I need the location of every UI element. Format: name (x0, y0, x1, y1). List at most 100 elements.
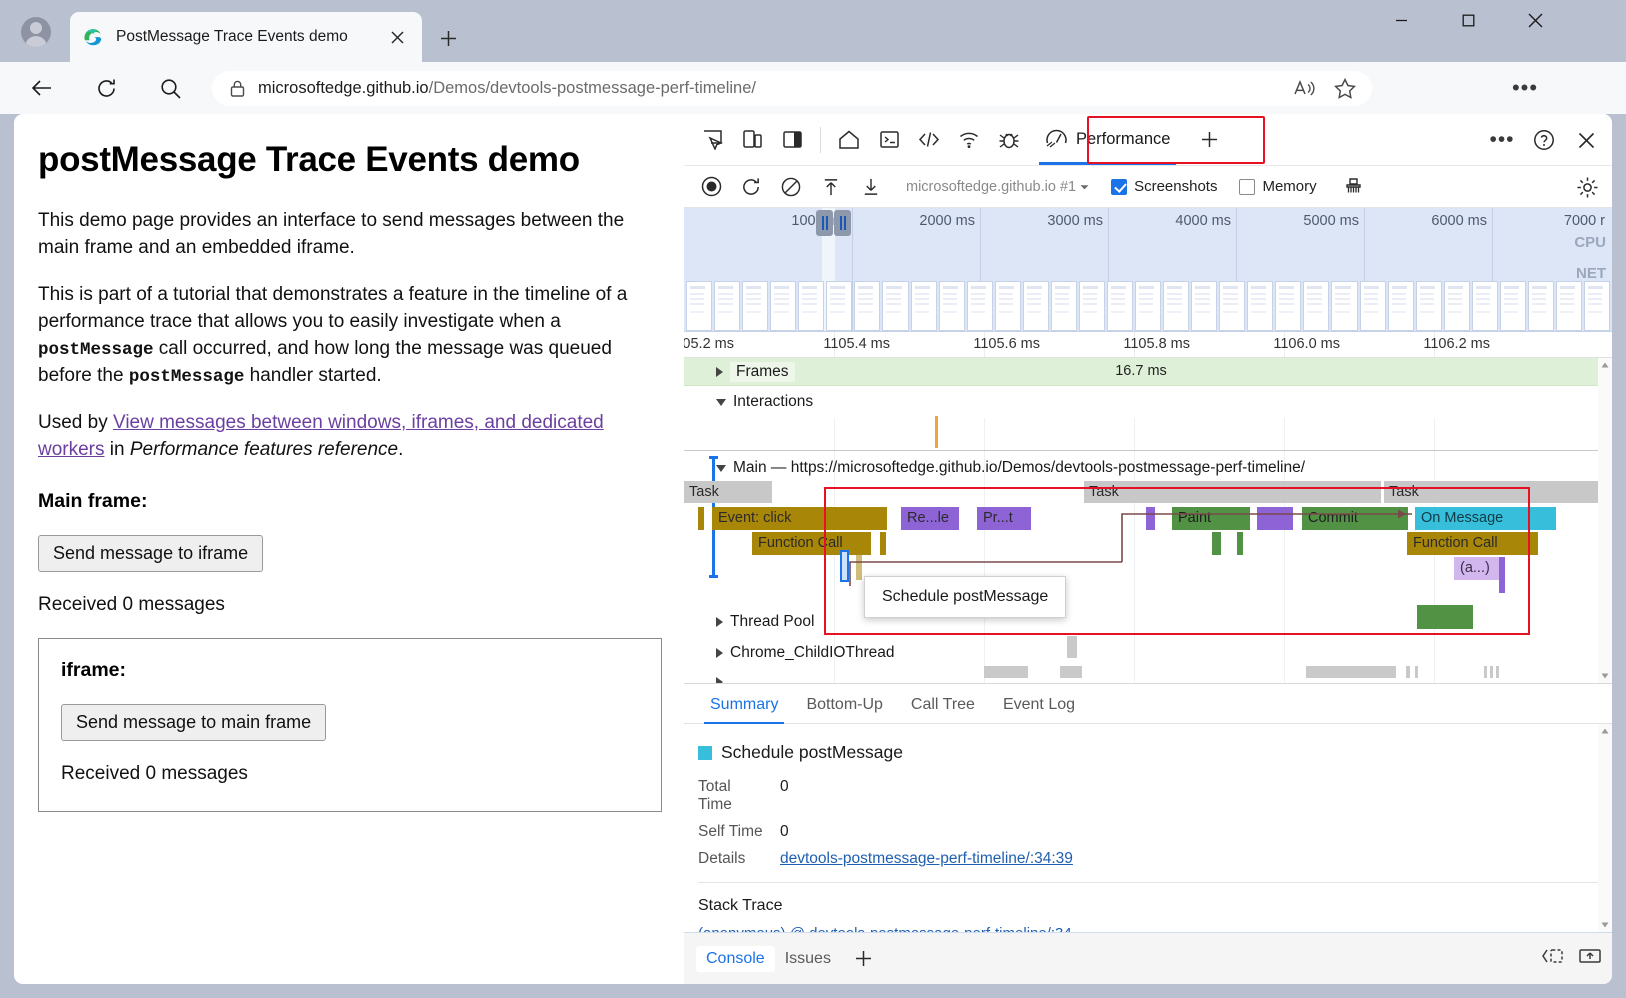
dock-side-icon[interactable] (772, 120, 812, 160)
interactions-group-header[interactable]: Interactions (684, 386, 1598, 418)
compositor-activity-block[interactable] (1306, 666, 1396, 678)
tab-call-tree[interactable]: Call Tree (897, 696, 989, 723)
tab-performance[interactable]: Performance (1033, 120, 1182, 160)
tab-event-log[interactable]: Event Log (989, 696, 1089, 723)
network-wifi-icon[interactable] (949, 120, 989, 160)
read-aloud-icon[interactable] (1292, 76, 1318, 102)
filmstrip-frame[interactable] (1416, 281, 1442, 331)
restore-drawer-icon[interactable] (1540, 946, 1564, 971)
favorite-star-icon[interactable] (1332, 76, 1358, 102)
profile-button[interactable] (14, 10, 58, 54)
browser-more-button[interactable]: ••• (1505, 68, 1545, 108)
schedule-postmessage-marker[interactable] (840, 550, 849, 582)
flame-chart[interactable]: 05.2 ms 1105.4 ms 1105.6 ms 1105.8 ms 11… (684, 332, 1612, 684)
interaction-marker[interactable] (935, 416, 938, 448)
compositor-activity-block[interactable] (1496, 666, 1499, 678)
filmstrip-frame[interactable] (1360, 281, 1386, 331)
filmstrip-frame[interactable] (770, 281, 796, 331)
drawer-tab-issues[interactable]: Issues (775, 946, 841, 972)
filmstrip-frame[interactable] (1135, 281, 1161, 331)
filmstrip-frame[interactable] (911, 281, 937, 331)
filmstrip-frame[interactable] (714, 281, 740, 331)
filmstrip-frame[interactable] (882, 281, 908, 331)
scroll-down-icon[interactable] (1598, 669, 1612, 683)
timeline-overview[interactable]: 1000 ms 2000 ms 3000 ms 4000 ms 5000 ms … (684, 208, 1612, 332)
flame-chart-scrollbar[interactable] (1598, 358, 1612, 683)
collect-garbage-icon[interactable] (1337, 170, 1371, 204)
filmstrip-frame[interactable] (1556, 281, 1582, 331)
debugger-bug-icon[interactable] (989, 120, 1029, 160)
filmstrip-frame[interactable] (1500, 281, 1526, 331)
filmstrip-frame[interactable] (1107, 281, 1133, 331)
help-icon[interactable] (1524, 120, 1564, 160)
new-tab-button[interactable] (432, 22, 464, 54)
back-button[interactable] (22, 68, 62, 108)
filmstrip-frame[interactable] (1023, 281, 1049, 331)
scroll-up-icon[interactable] (1598, 358, 1612, 372)
filmstrip-frame[interactable] (1303, 281, 1329, 331)
compositor-activity-block[interactable] (1060, 666, 1082, 678)
filmstrip-frame[interactable] (798, 281, 824, 331)
filmstrip-frame[interactable] (1247, 281, 1273, 331)
compositor-group-header[interactable] (684, 667, 1598, 683)
save-profile-button[interactable] (854, 170, 888, 204)
window-minimize-button[interactable] (1378, 0, 1424, 40)
devtools-close-icon[interactable] (1566, 120, 1606, 160)
filmstrip-frame[interactable] (1191, 281, 1217, 331)
load-profile-button[interactable] (814, 170, 848, 204)
filmstrip-frame[interactable] (1472, 281, 1498, 331)
filmstrip-frame[interactable] (742, 281, 768, 331)
search-icon[interactable] (150, 68, 190, 108)
frames-track[interactable]: Frames 16.7 ms (684, 358, 1598, 386)
filmstrip-frame[interactable] (1584, 281, 1610, 331)
tab-summary[interactable]: Summary (696, 696, 792, 723)
reload-button[interactable] (86, 68, 126, 108)
scroll-up-icon[interactable] (1598, 724, 1612, 738)
filmstrip-frame[interactable] (1388, 281, 1414, 331)
main-track-header[interactable]: Main — https://microsoftedge.github.io/D… (684, 455, 1598, 481)
record-button[interactable] (694, 170, 728, 204)
filmstrip-frame[interactable] (1444, 281, 1470, 331)
sources-code-icon[interactable] (909, 120, 949, 160)
welcome-home-icon[interactable] (829, 120, 869, 160)
flame-chart-rows[interactable]: Frames 16.7 ms Interactions Main — https… (684, 358, 1598, 683)
child-io-activity-block[interactable] (1067, 636, 1077, 658)
settings-gear-icon[interactable] (1570, 170, 1604, 204)
overview-handle-left[interactable] (816, 210, 833, 236)
add-panel-button[interactable] (1192, 123, 1226, 157)
compositor-activity-block[interactable] (1415, 666, 1418, 678)
filmstrip-frame[interactable] (1528, 281, 1554, 331)
screenshot-filmstrip[interactable] (684, 281, 1612, 331)
recording-target-dropdown[interactable]: microsoftedge.github.io #1 (906, 179, 1089, 195)
filmstrip-frame[interactable] (1163, 281, 1189, 331)
filmstrip-frame[interactable] (995, 281, 1021, 331)
dock-drawer-icon[interactable] (1578, 946, 1602, 971)
filmstrip-frame[interactable] (1219, 281, 1245, 331)
filmstrip-frame[interactable] (1275, 281, 1301, 331)
stack-trace-row[interactable]: (anonymous) @ devtools-postmessage-perf-… (698, 925, 1612, 932)
filmstrip-frame[interactable] (1079, 281, 1105, 331)
scroll-down-icon[interactable] (1598, 918, 1612, 932)
device-toolbar-icon[interactable] (732, 120, 772, 160)
memory-checkbox-box[interactable] (1239, 179, 1255, 195)
send-message-to-main-frame-button[interactable]: Send message to main frame (61, 704, 326, 741)
window-maximize-button[interactable] (1445, 0, 1491, 40)
child-io-thread-group-header[interactable]: Chrome_ChildIOThread (684, 638, 1598, 668)
screenshots-checkbox[interactable]: Screenshots (1111, 178, 1217, 195)
filmstrip-frame[interactable] (967, 281, 993, 331)
inspect-element-icon[interactable] (692, 120, 732, 160)
compositor-activity-block[interactable] (984, 666, 1028, 678)
details-scrollbar[interactable] (1598, 724, 1612, 932)
drawer-tab-console[interactable]: Console (696, 946, 775, 972)
tab-bottom-up[interactable]: Bottom-Up (792, 696, 896, 723)
screenshots-checkbox-box[interactable] (1111, 179, 1127, 195)
clear-recording-button[interactable] (774, 170, 808, 204)
interactions-track[interactable]: Interactions (684, 386, 1598, 418)
overview-handle-right[interactable] (834, 210, 851, 236)
filmstrip-frame[interactable] (826, 281, 852, 331)
filmstrip-frame[interactable] (686, 281, 712, 331)
tab-close-icon[interactable] (384, 24, 410, 50)
compositor-activity-block[interactable] (1490, 666, 1493, 678)
window-close-button[interactable] (1512, 0, 1558, 40)
memory-checkbox[interactable]: Memory (1239, 178, 1316, 195)
